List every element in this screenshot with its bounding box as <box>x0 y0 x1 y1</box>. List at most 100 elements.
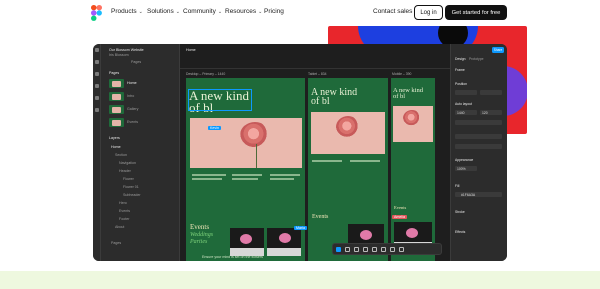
tablet-events-title: Events <box>312 214 329 220</box>
section-stroke: Stroke <box>455 210 465 214</box>
design-tab[interactable]: Design <box>455 57 466 61</box>
figma-logo-icon[interactable] <box>91 5 102 21</box>
tablet-frame[interactable]: A new kind of bl Events <box>308 78 388 261</box>
layer-item[interactable]: Home <box>111 145 121 149</box>
layer-item[interactable]: Section <box>115 153 127 157</box>
layer-item[interactable]: Events <box>119 209 130 213</box>
nav-solutions-label: Solutions <box>147 8 174 15</box>
nav-solutions[interactable]: Solutions ⌄ <box>147 8 180 15</box>
move-tool-icon[interactable] <box>336 246 341 252</box>
layer-item[interactable]: Footer <box>119 217 129 221</box>
nav-pricing[interactable]: Pricing <box>264 8 284 15</box>
tablet-flower-image <box>336 116 360 138</box>
plugins-icon[interactable] <box>95 84 99 88</box>
tool-rail <box>93 44 101 261</box>
body-copy-line <box>270 174 300 176</box>
top-nav: Products ⌄ Solutions ⌄ Community ⌄ Resource… <box>0 0 600 26</box>
layer-item[interactable]: Pages <box>111 241 121 245</box>
page-item-home[interactable]: Home <box>127 81 137 85</box>
code-tool-icon[interactable] <box>399 246 404 252</box>
body-copy-line <box>270 178 294 180</box>
layer-item[interactable]: Hero <box>119 201 127 205</box>
mobile-headline-2: of bl <box>393 93 406 100</box>
page-thumb-events[interactable] <box>109 118 124 127</box>
layer-item[interactable]: About <box>115 225 124 229</box>
body-copy-line <box>232 174 262 176</box>
cursor-tag-maria: Maria <box>294 226 307 230</box>
section-appearance: Appearance <box>455 158 474 162</box>
gap-input[interactable] <box>455 120 502 125</box>
pages-tab[interactable]: Pages <box>131 60 141 64</box>
chevron-down-icon: ⌄ <box>258 8 263 15</box>
mobile-flower-image <box>403 110 421 126</box>
mobile-frame[interactable]: A new kind of bl Events <box>391 78 435 261</box>
contact-sales-link[interactable]: Contact sales <box>373 8 412 15</box>
section-background <box>0 271 600 289</box>
menu-icon[interactable] <box>95 48 99 52</box>
layer-item[interactable]: Subheader <box>123 193 141 197</box>
opacity-value: 100% <box>457 166 466 171</box>
flower-image <box>240 122 270 148</box>
section-position: Position <box>455 82 468 86</box>
shape-tool-icon[interactable] <box>354 246 359 252</box>
comment-tool-icon[interactable] <box>381 246 386 252</box>
layers-panel: Our Blossom Website Iris Blossom Pages P… <box>93 44 180 261</box>
canvas-topbar: Home <box>180 44 450 69</box>
tool-palette <box>332 243 442 255</box>
tablet-headline-2: of bl <box>311 96 330 107</box>
frame-label-desktop: Desktop – Primary – 1440 <box>186 72 226 76</box>
padding-input[interactable] <box>455 134 502 139</box>
body-copy-line <box>192 174 226 176</box>
chevron-down-icon: ⌄ <box>217 8 223 15</box>
hand-tool-icon[interactable] <box>390 246 395 252</box>
text-tool-icon[interactable] <box>372 246 377 252</box>
section-auto-layout: Auto layout <box>455 102 472 106</box>
width-value: 1440 <box>457 110 465 115</box>
page-item-gallery[interactable]: Gallery <box>127 107 138 111</box>
design-canvas[interactable]: Home Desktop – Primary – 1440 Tablet – 8… <box>180 44 450 261</box>
nav-products[interactable]: Products ⌄ <box>111 8 143 15</box>
login-button[interactable]: Log in <box>414 5 443 20</box>
chevron-down-icon: ⌄ <box>175 8 180 15</box>
events-sub-2: Parties <box>190 239 208 245</box>
layer-item[interactable]: Header <box>119 169 131 173</box>
layer-item[interactable]: Navigation <box>119 161 136 165</box>
layer-item[interactable]: Flower 01 <box>123 185 139 189</box>
page-item-intro[interactable]: Intro <box>127 94 134 98</box>
event-photo <box>230 228 264 256</box>
file-name[interactable]: Our Blossom Website <box>109 48 144 52</box>
frame-tool-icon[interactable] <box>345 246 350 252</box>
align-input[interactable] <box>455 144 502 149</box>
flower-stem <box>256 144 257 168</box>
events-title: Events <box>190 223 210 231</box>
section-frame: Frame <box>455 68 465 72</box>
layers-heading: Layers <box>109 136 120 140</box>
page-thumb-intro[interactable] <box>109 92 124 101</box>
pen-tool-icon[interactable] <box>363 246 368 252</box>
assets-icon[interactable] <box>95 72 99 76</box>
nav-community[interactable]: Community ⌄ <box>183 8 222 15</box>
page-item-events[interactable]: Events <box>127 120 138 124</box>
x-input[interactable] <box>455 90 477 95</box>
nav-resources[interactable]: Resources ⌄ <box>225 8 262 15</box>
cursor-tag-kevin: Kevin <box>208 126 221 130</box>
height-value: 120 <box>482 110 488 115</box>
share-button[interactable]: Share <box>492 47 504 53</box>
canvas-tab[interactable]: Home <box>186 48 196 52</box>
nav-pricing-label: Pricing <box>264 8 284 15</box>
page-thumb-gallery[interactable] <box>109 105 124 114</box>
editor-window: Our Blossom Website Iris Blossom Pages P… <box>93 44 507 261</box>
pages-heading: Pages <box>109 71 120 75</box>
y-input[interactable] <box>480 90 502 95</box>
prototype-tab[interactable]: Prototype <box>469 57 484 61</box>
help-icon[interactable] <box>95 108 99 112</box>
chevron-down-icon: ⌄ <box>138 8 143 15</box>
properties-panel: Share Design Prototype Frame Position Au… <box>450 44 507 261</box>
layer-item[interactable]: Flower <box>123 177 134 181</box>
get-started-button[interactable]: Get started for free <box>445 5 507 20</box>
page-thumb-home[interactable] <box>109 79 124 88</box>
nav-community-label: Community <box>183 8 216 15</box>
files-icon[interactable] <box>95 60 99 64</box>
frame-label-tablet: Tablet – 834 <box>308 72 327 76</box>
comments-icon[interactable] <box>95 96 99 100</box>
